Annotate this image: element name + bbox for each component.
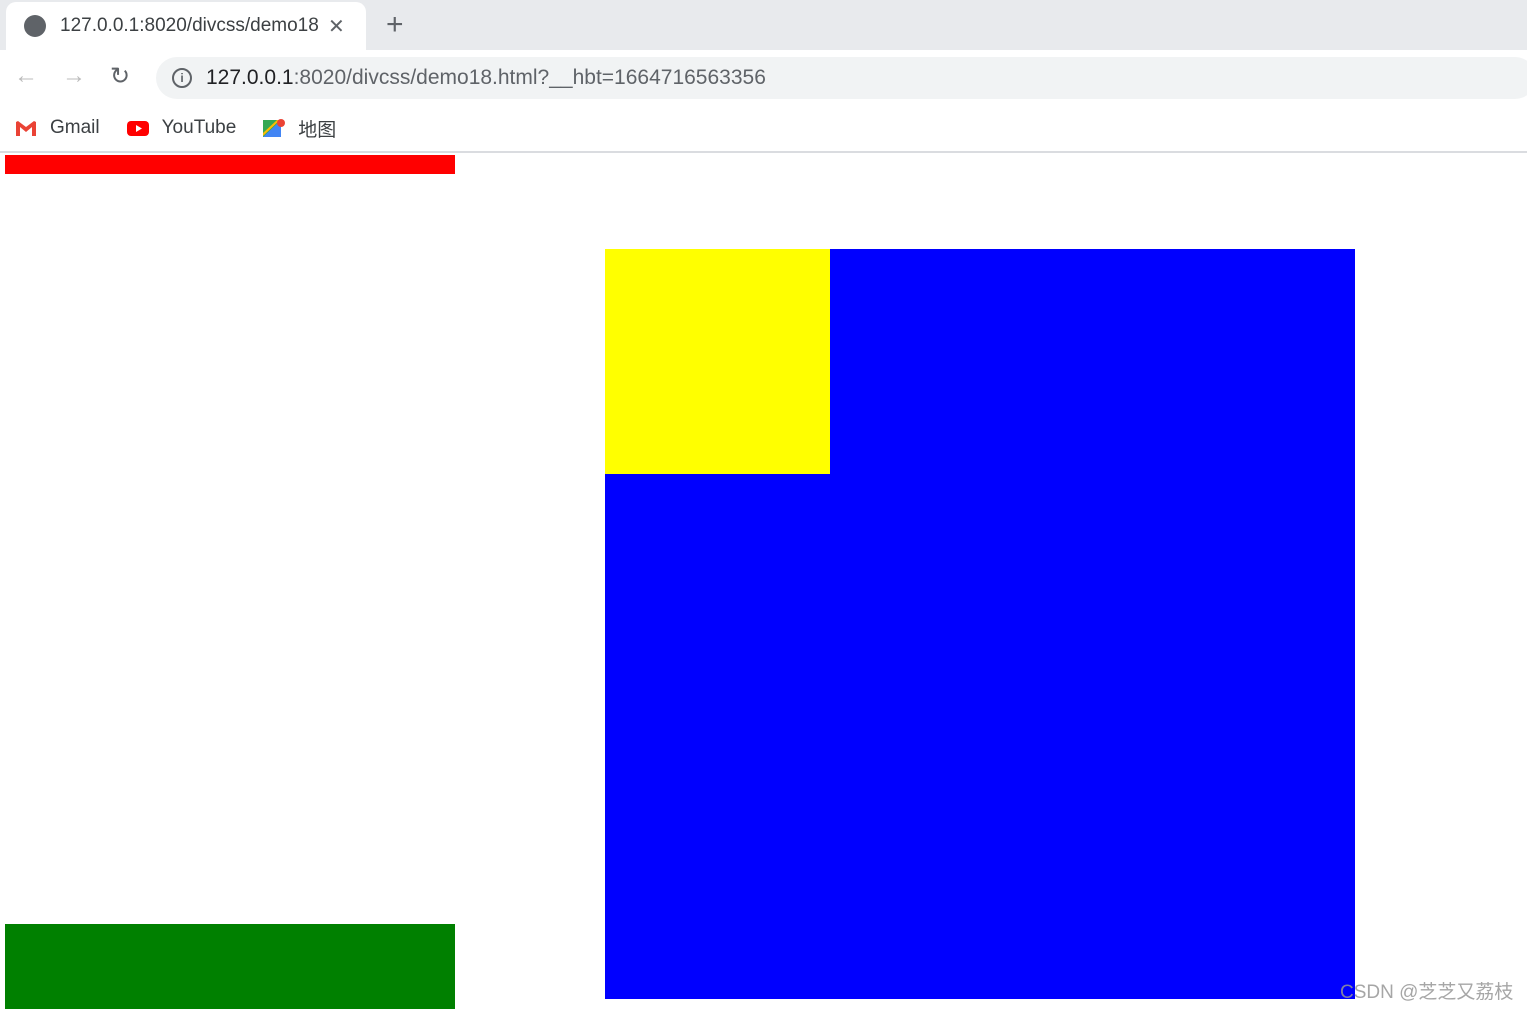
yellow-box bbox=[605, 249, 830, 474]
youtube-icon bbox=[126, 121, 149, 136]
maps-icon bbox=[263, 119, 286, 137]
reload-button[interactable]: ↻ bbox=[110, 62, 130, 91]
url-host: 127.0.0.1 bbox=[206, 66, 294, 89]
gmail-icon bbox=[16, 121, 36, 136]
bookmark-label: 地图 bbox=[298, 119, 337, 141]
back-button[interactable]: ← bbox=[14, 62, 38, 90]
tab-title: 127.0.0.1:8020/divcss/demo18.html?__hbt=… bbox=[60, 15, 318, 36]
close-tab-icon[interactable]: ✕ bbox=[328, 14, 345, 39]
globe-icon bbox=[24, 15, 46, 37]
tab-strip: 127.0.0.1:8020/divcss/demo18.html?__hbt=… bbox=[0, 0, 1527, 50]
url-text: 127.0.0.1:8020/divcss/demo18.html?__hbt=… bbox=[206, 66, 766, 90]
bookmark-gmail[interactable]: Gmail bbox=[14, 117, 100, 139]
toolbar: ← → ↻ i 127.0.0.1:8020/divcss/demo18.htm… bbox=[0, 50, 1527, 105]
bookmarks-bar: Gmail YouTube 地图 bbox=[0, 105, 1527, 153]
new-tab-button[interactable]: + bbox=[386, 8, 404, 42]
watermark: CSDN @芝芝又荔枝 bbox=[1340, 982, 1514, 1003]
bookmark-maps[interactable]: 地图 bbox=[262, 115, 336, 142]
bookmark-label: Gmail bbox=[50, 117, 100, 138]
green-bar bbox=[5, 924, 455, 1009]
url-path: :8020/divcss/demo18.html?__hbt=166471656… bbox=[293, 66, 766, 89]
bookmark-youtube[interactable]: YouTube bbox=[126, 117, 237, 139]
forward-button[interactable]: → bbox=[62, 62, 86, 90]
red-bar bbox=[5, 155, 455, 174]
info-icon[interactable]: i bbox=[172, 68, 192, 88]
bookmark-label: YouTube bbox=[161, 117, 237, 138]
address-bar[interactable]: i 127.0.0.1:8020/divcss/demo18.html?__hb… bbox=[156, 57, 1527, 99]
browser-tab[interactable]: 127.0.0.1:8020/divcss/demo18.html?__hbt=… bbox=[6, 2, 366, 50]
blue-box bbox=[605, 249, 1355, 999]
